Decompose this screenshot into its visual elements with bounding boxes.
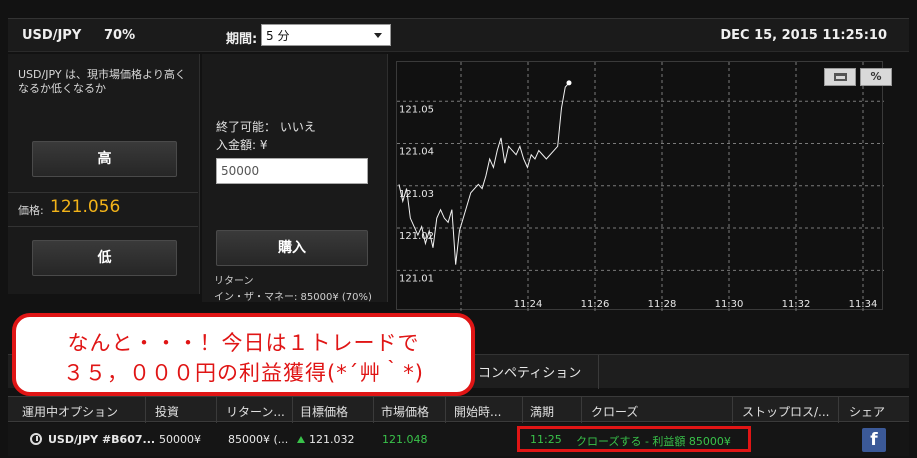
row-target: 121.032 <box>309 433 355 446</box>
col-sep <box>445 397 446 423</box>
table-row[interactable]: USD/JPY #B607... 50000¥ 85000¥ (... 121.… <box>8 423 909 456</box>
col-sep <box>145 397 146 423</box>
price-value: 121.056 <box>50 197 121 217</box>
currency-pair: USD/JPY <box>22 28 82 43</box>
payout-percent: 70% <box>104 28 136 43</box>
col-start: 開始時... <box>454 405 502 419</box>
y-tick-label: 121.05 <box>399 104 434 115</box>
period-select-value: 5 分 <box>266 29 290 43</box>
price-label: 価格: <box>18 204 44 217</box>
x-tick-label: 11:32 <box>782 299 811 310</box>
col-share: シェア <box>849 405 886 419</box>
current-price-dot <box>566 80 572 86</box>
col-sep <box>373 397 374 423</box>
col-sep <box>732 397 733 423</box>
chart-svg: 11:24 11:26 11:28 11:30 11:32 11:34 121.05 121.… <box>397 62 884 311</box>
pair-description: USD/JPY は、現市場価格より高くなるか低くなるか <box>18 68 186 95</box>
clock-icon <box>30 433 42 445</box>
facebook-share-icon[interactable]: f <box>862 428 886 452</box>
x-tick-label: 11:26 <box>581 299 610 310</box>
col-sep <box>522 397 523 423</box>
trading-screen: USD/JPY 70% 期間: 5 分 DEC 15, 2015 11:25:1… <box>0 0 917 458</box>
divider <box>8 226 198 227</box>
col-close: クローズ <box>591 405 639 419</box>
divider <box>8 192 198 193</box>
tab-competition[interactable]: コンペティション <box>478 362 581 381</box>
col-investment: 投資 <box>155 405 180 419</box>
high-button[interactable]: 高 <box>32 141 177 177</box>
datetime: DEC 15, 2015 11:25:10 <box>720 28 887 43</box>
col-expiry: 満期 <box>530 405 555 419</box>
low-button[interactable]: 低 <box>32 240 177 276</box>
row-close-button[interactable]: クローズする - 利益額 85000¥ <box>576 433 731 449</box>
col-sep <box>581 397 582 423</box>
percent-view-icon[interactable]: % <box>860 68 892 86</box>
order-panel: 終了可能： いいえ 入金額: ¥ 購入 リターン イン・ザ・マネー: 85000… <box>202 54 388 303</box>
row-market: 121.048 <box>382 433 428 446</box>
return-label: リターン <box>214 276 254 287</box>
period-select[interactable]: 5 分 <box>261 24 391 46</box>
buy-button[interactable]: 購入 <box>216 230 368 266</box>
tab-divider <box>598 355 599 389</box>
can-close-text: 終了可能： いいえ <box>216 120 316 134</box>
header-bar: USD/JPY 70% 期間: 5 分 DEC 15, 2015 11:25:1… <box>8 18 909 52</box>
chevron-down-icon <box>374 33 382 38</box>
col-option: 運用中オプション <box>22 405 119 419</box>
chart-view-icon[interactable] <box>824 68 856 86</box>
col-return: リターン... <box>226 405 285 419</box>
annotation-callout: なんと・・・！今日は１トレードで ３５，０００円の利益獲得(*´艸｀*) <box>12 313 475 396</box>
y-tick-label: 121.04 <box>399 147 434 158</box>
y-tick-label: 121.01 <box>399 273 434 284</box>
period-label: 期間: <box>226 32 258 47</box>
col-sep <box>838 397 839 423</box>
x-tick-label: 11:28 <box>648 299 677 310</box>
x-tick-label: 11:24 <box>514 299 543 310</box>
price-chart[interactable]: 11:24 11:26 11:28 11:30 11:32 11:34 121.05 121.… <box>396 61 892 311</box>
col-stoploss: ストップロス/... <box>742 405 830 419</box>
direction-panel: USD/JPY は、現市場価格より高くなるか低くなるか 高 価格: 121.05… <box>8 54 200 294</box>
positions-table-header: 運用中オプション 投資 リターン... 目標価格 市場価格 開始時... 満期 … <box>8 396 909 423</box>
row-expiry: 11:25 <box>530 433 562 446</box>
callout-line1: なんと・・・！今日は１トレードで <box>67 331 420 355</box>
up-arrow-icon <box>297 436 305 443</box>
col-sep <box>216 397 217 423</box>
col-market: 市場価格 <box>381 405 430 419</box>
col-sep <box>292 397 293 423</box>
in-the-money-text: イン・ザ・マネー: 85000¥ (70%) <box>214 292 372 303</box>
callout-line2: ３５，０００円の利益獲得(*´艸｀*) <box>63 361 424 385</box>
row-option: USD/JPY #B607... <box>48 433 156 446</box>
y-tick-label: 121.03 <box>399 189 434 200</box>
row-investment: 50000¥ <box>159 433 201 446</box>
row-return: 85000¥ (... <box>228 433 289 446</box>
col-target: 目標価格 <box>300 405 349 419</box>
amount-label: 入金額: ¥ <box>216 138 268 152</box>
x-tick-label: 11:34 <box>849 299 878 310</box>
amount-input[interactable] <box>216 158 368 184</box>
x-tick-label: 11:30 <box>715 299 744 310</box>
